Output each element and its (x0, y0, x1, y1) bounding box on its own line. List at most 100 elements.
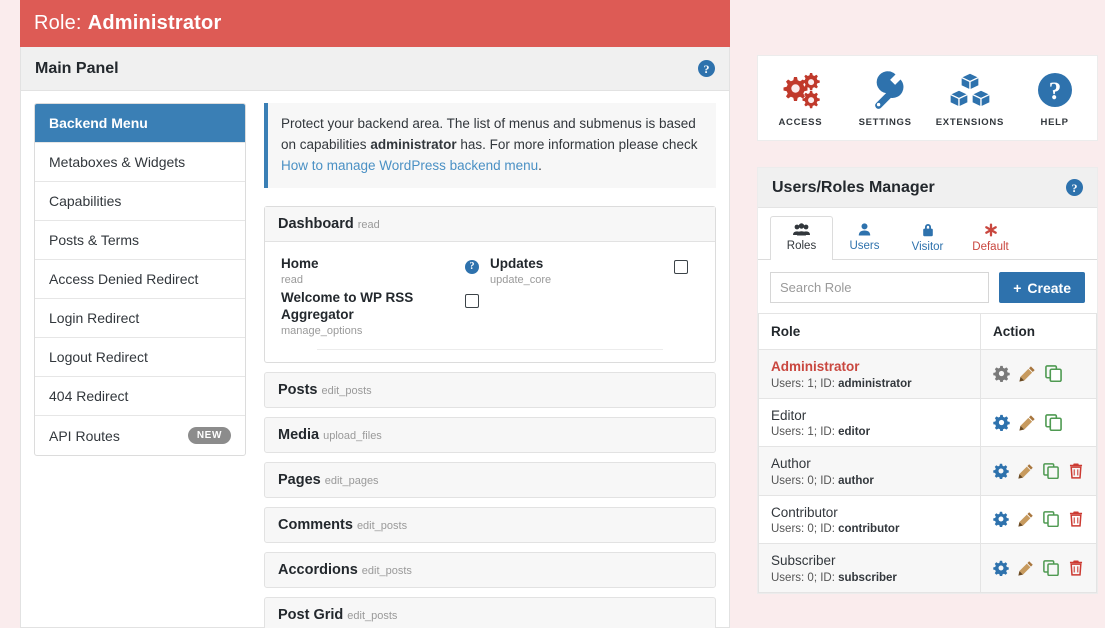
delete-trash-icon[interactable] (1068, 560, 1084, 576)
tab-users[interactable]: Users (833, 216, 896, 260)
sidebar-item-backend-menu[interactable]: Backend Menu (35, 104, 245, 143)
menu-row-post-grid[interactable]: Post Gridedit_posts (264, 597, 716, 628)
submenu-control: ? (454, 256, 490, 274)
new-badge: NEW (188, 427, 231, 444)
roles-table-head: Role Action (759, 314, 1097, 350)
sidebar-item-api-routes[interactable]: API Routes NEW (35, 416, 245, 455)
search-role-input[interactable]: Search Role (770, 272, 989, 303)
sidebar-item-access-denied-redirect[interactable]: Access Denied Redirect (35, 260, 245, 299)
copy-icon[interactable] (1043, 560, 1059, 576)
copy-icon[interactable] (1045, 365, 1062, 382)
menu-row-media[interactable]: Mediaupload_files (264, 417, 716, 453)
sidebar-item-login-redirect[interactable]: Login Redirect (35, 299, 245, 338)
sidebar-item-capabilities[interactable]: Capabilities (35, 182, 245, 221)
table-row[interactable]: Editor Users: 1; ID: editor (759, 398, 1097, 447)
submenu-control (663, 256, 699, 274)
dashboard-card-header[interactable]: Dashboardread (265, 207, 715, 242)
action-cell (981, 495, 1097, 544)
submenu-text: Updates update_core (490, 256, 663, 286)
role-meta: Users: 0; ID: subscriber (771, 572, 968, 584)
submenu-label: Welcome to WP RSS Aggregator (281, 290, 446, 324)
delete-trash-icon[interactable] (1068, 463, 1084, 479)
copy-icon[interactable] (1045, 414, 1062, 431)
table-row[interactable]: Contributor Users: 0; ID: contributor (759, 495, 1097, 544)
help-icon[interactable]: ? (465, 260, 479, 274)
help-icon[interactable]: ? (1066, 179, 1083, 196)
sidebar-item-posts-terms[interactable]: Posts & Terms (35, 221, 245, 260)
submenu-label: Updates (490, 256, 655, 273)
menu-row-posts[interactable]: Postsedit_posts (264, 372, 716, 408)
menu-row-accordions[interactable]: Accordionsedit_posts (264, 552, 716, 588)
person-icon (858, 223, 871, 236)
role-meta-id: administrator (838, 378, 912, 390)
role-header-label: Role: (34, 12, 82, 35)
edit-pencil-icon[interactable] (1018, 560, 1034, 576)
tool-access[interactable]: ACCESS (758, 70, 843, 128)
edit-pencil-icon[interactable] (1018, 511, 1034, 527)
sidebar-item-logout-redirect[interactable]: Logout Redirect (35, 338, 245, 377)
edit-pencil-icon[interactable] (1018, 463, 1034, 479)
submenu-checkbox[interactable] (674, 260, 688, 274)
main-panel-header: Main Panel ? (21, 47, 729, 91)
menu-row-pages[interactable]: Pagesedit_pages (264, 462, 716, 498)
users-roles-manager-panel: Users/Roles Manager ? Roles (757, 167, 1098, 594)
sidebar-item-metaboxes-widgets[interactable]: Metaboxes & Widgets (35, 143, 245, 182)
tab-label: Default (972, 241, 1008, 253)
role-meta-id: author (838, 475, 874, 487)
wrench-icon (865, 70, 905, 110)
sidebar-item-404-redirect[interactable]: 404 Redirect (35, 377, 245, 416)
table-header-row: Role Action (759, 314, 1097, 350)
menu-row-label: Posts (278, 382, 318, 398)
copy-icon[interactable] (1043, 511, 1059, 527)
role-meta-prefix: Users: 1; ID: (771, 378, 838, 390)
menu-row-label: Pages (278, 472, 321, 488)
role-header-value: Administrator (88, 12, 222, 35)
role-header-bar: Role: Administrator (20, 0, 730, 47)
tab-default[interactable]: Default (959, 216, 1022, 260)
search-create-row: Search Role + Create (758, 260, 1097, 313)
gear-icon[interactable] (993, 511, 1009, 527)
role-name: Author (771, 455, 968, 473)
menu-row-capability: edit_posts (357, 520, 407, 532)
submenu-checkbox[interactable] (465, 294, 479, 308)
role-meta: Users: 1; ID: editor (771, 426, 968, 438)
dashboard-column-right: Updates update_core (490, 256, 699, 337)
gear-icon[interactable] (993, 365, 1010, 382)
role-meta: Users: 0; ID: contributor (771, 523, 968, 535)
tool-help[interactable]: ? HELP (1012, 70, 1097, 128)
table-row[interactable]: Author Users: 0; ID: author (759, 447, 1097, 496)
tool-label: HELP (1041, 117, 1069, 128)
role-meta-id: contributor (838, 523, 899, 535)
table-row[interactable]: Subscriber Users: 0; ID: subscriber (759, 544, 1097, 593)
gear-icon[interactable] (993, 560, 1009, 576)
edit-pencil-icon[interactable] (1019, 365, 1036, 382)
lock-icon (922, 223, 934, 237)
help-icon[interactable]: ? (698, 60, 715, 77)
dashboard-grid: Home read ? (281, 256, 699, 337)
table-row[interactable]: Administrator Users: 1; ID: administrato… (759, 350, 1097, 399)
group-icon (793, 223, 810, 236)
action-icons (993, 463, 1084, 479)
menu-row-label: Accordions (278, 562, 358, 578)
tool-settings[interactable]: SETTINGS (843, 70, 928, 128)
dashboard-card-body: Home read ? (265, 242, 715, 362)
edit-pencil-icon[interactable] (1019, 414, 1036, 431)
copy-icon[interactable] (1043, 463, 1059, 479)
tab-roles[interactable]: Roles (770, 216, 833, 260)
sidebar-item-label: 404 Redirect (49, 388, 128, 404)
role-name: Contributor (771, 504, 968, 522)
delete-trash-icon[interactable] (1068, 511, 1084, 527)
create-role-button[interactable]: + Create (999, 272, 1085, 303)
gear-icon[interactable] (993, 463, 1009, 479)
tool-label: EXTENSIONS (936, 117, 1004, 128)
menu-row-comments[interactable]: Commentsedit_posts (264, 507, 716, 543)
sidebar-item-label: Login Redirect (49, 310, 139, 326)
gears-icon (777, 70, 823, 110)
tab-label: Users (849, 240, 879, 252)
dashboard-card: Dashboardread Home read (264, 206, 716, 363)
notice-link[interactable]: How to manage WordPress backend menu (281, 158, 538, 173)
main-panel: Main Panel ? Backend Menu Metaboxes & Wi… (20, 47, 730, 628)
gear-icon[interactable] (993, 414, 1010, 431)
tab-visitor[interactable]: Visitor (896, 216, 959, 260)
tool-extensions[interactable]: EXTENSIONS (928, 70, 1013, 128)
